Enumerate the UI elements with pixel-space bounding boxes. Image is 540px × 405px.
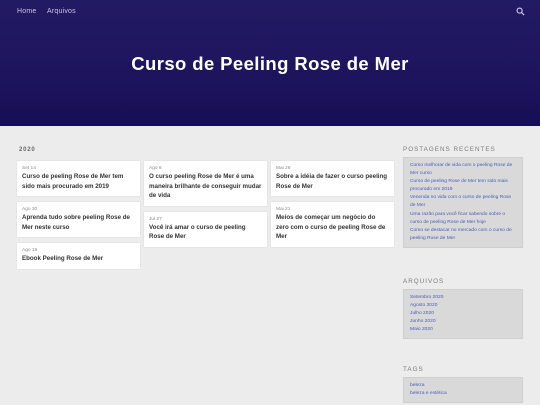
post-card[interactable]: Ago 6 O curso peeling Rose de Mer é uma … xyxy=(144,161,267,206)
post-card[interactable]: Set 14 Curso de peeling Rose de Mer tem … xyxy=(17,161,140,196)
archives-list: Setembro 2020 Agosto 2020 Julho 2020 Jun… xyxy=(403,289,523,340)
tags-widget: TAGS beleza beleza e estética xyxy=(403,366,523,404)
main-content: 2020 Set 14 Curso de peeling Rose de Mer… xyxy=(0,126,540,405)
post-card[interactable]: Ago 30 Aprenda tudo sobre peeling Rose d… xyxy=(17,202,140,237)
recent-post-link[interactable]: Venenda no vida com o curso de peeling R… xyxy=(410,194,516,210)
post-card[interactable]: Mai 21 Meios de começar um negócio do ze… xyxy=(271,202,394,247)
post-date: Mai 26 xyxy=(276,166,291,171)
search-icon[interactable] xyxy=(516,7,525,16)
top-navigation: Home Arquivos xyxy=(0,0,540,24)
post-date: Mai 21 xyxy=(276,207,291,212)
site-title[interactable]: Curso de Peeling Rose de Mer xyxy=(0,53,540,75)
post-date: Ago 30 xyxy=(22,207,38,212)
post-date: Ago 6 xyxy=(149,166,162,171)
archive-link[interactable]: Setembro 2020 xyxy=(410,294,516,302)
tags-list: beleza beleza e estética xyxy=(403,377,523,404)
archive-link[interactable]: Junho 2020 xyxy=(410,318,516,326)
archive-link[interactable]: Julho 2020 xyxy=(410,310,516,318)
tag-link[interactable]: beleza xyxy=(410,382,516,390)
recent-posts-list: Como melhorar de vida com o peeling Rose… xyxy=(403,157,523,248)
post-title-link[interactable]: Sobre a idéia de fazer o curso peeling R… xyxy=(276,172,389,191)
archives-heading: ARQUIVOS xyxy=(403,278,445,285)
nav-home-link[interactable]: Home xyxy=(17,8,36,15)
post-column-1: Set 14 Curso de peeling Rose de Mer tem … xyxy=(17,161,140,275)
archive-link[interactable]: Maio 2020 xyxy=(410,326,516,334)
archive-link[interactable]: Agosto 2020 xyxy=(410,302,516,310)
recent-post-link[interactable]: Curso de peeling Rose de Mer tem sido ma… xyxy=(410,178,516,194)
post-title-link[interactable]: Aprenda tudo sobre peeling Rose de Mer n… xyxy=(22,213,135,232)
tag-link[interactable]: beleza e estética xyxy=(410,390,516,398)
post-title-link[interactable]: O curso peeling Rose de Mer é uma maneir… xyxy=(149,172,262,201)
post-title-link[interactable]: Você irá amar o curso de peeling Rose de… xyxy=(149,223,262,242)
post-card[interactable]: Mai 26 Sobre a idéia de fazer o curso pe… xyxy=(271,161,394,196)
recent-posts-heading: POSTAGENS RECENTES xyxy=(403,146,496,153)
post-column-2: Ago 6 O curso peeling Rose de Mer é uma … xyxy=(144,161,267,253)
post-date: Set 14 xyxy=(22,166,36,171)
post-date: Ago 19 xyxy=(22,248,38,253)
recent-posts-widget: POSTAGENS RECENTES Como melhorar de vida… xyxy=(403,146,523,248)
post-date: Jul 27 xyxy=(149,216,162,222)
post-card[interactable]: Ago 19 Ebook Peeling Rose de Mer xyxy=(17,243,140,269)
archives-widget: ARQUIVOS Setembro 2020 Agosto 2020 Julho… xyxy=(403,278,523,340)
recent-post-link[interactable]: Uma razão para você ficar sabendo sobre … xyxy=(410,211,516,227)
tags-heading: TAGS xyxy=(403,366,424,373)
post-title-link[interactable]: Ebook Peeling Rose de Mer xyxy=(22,254,135,264)
post-card[interactable]: Jul 27 Você irá amar o curso de peeling … xyxy=(144,211,267,247)
year-heading: 2020 xyxy=(19,147,36,153)
nav-archives-link[interactable]: Arquivos xyxy=(47,8,76,15)
post-title-link[interactable]: Curso de peeling Rose de Mer tem sido ma… xyxy=(22,172,135,191)
post-column-3: Mai 26 Sobre a idéia de fazer o curso pe… xyxy=(271,161,394,253)
recent-post-link[interactable]: Como se destacar no mercado com o curso … xyxy=(410,227,516,243)
post-title-link[interactable]: Meios de começar um negócio do zero com … xyxy=(276,213,389,242)
recent-post-link[interactable]: Como melhorar de vida com o peeling Rose… xyxy=(410,162,516,178)
